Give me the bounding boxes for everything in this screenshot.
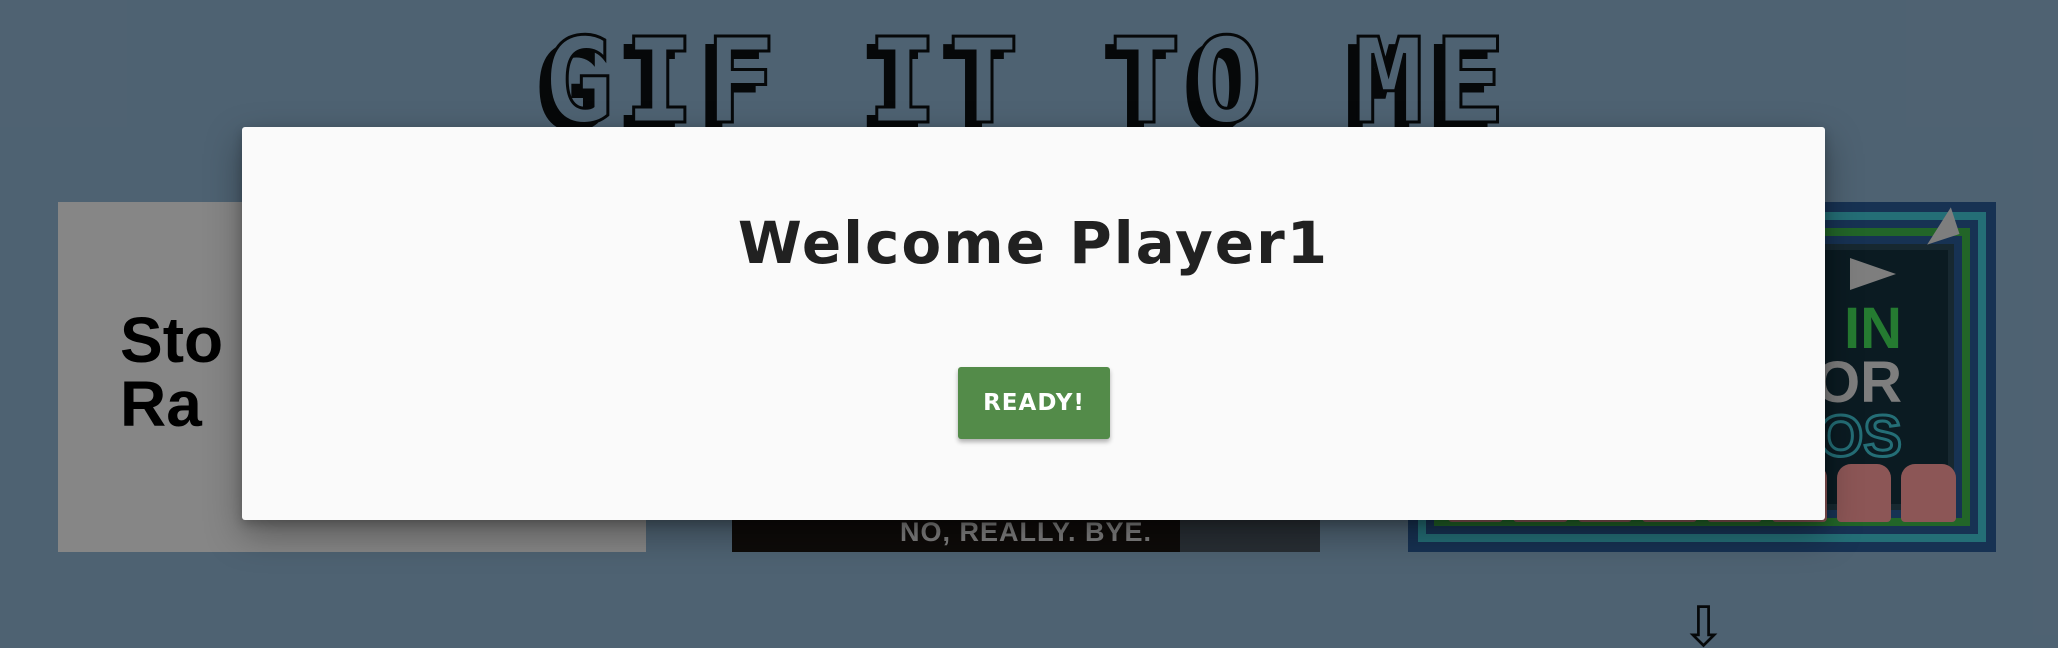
welcome-modal: Welcome Player1 READY! xyxy=(242,127,1825,520)
ready-button[interactable]: READY! xyxy=(958,367,1110,439)
modal-title: Welcome Player1 xyxy=(737,209,1330,277)
